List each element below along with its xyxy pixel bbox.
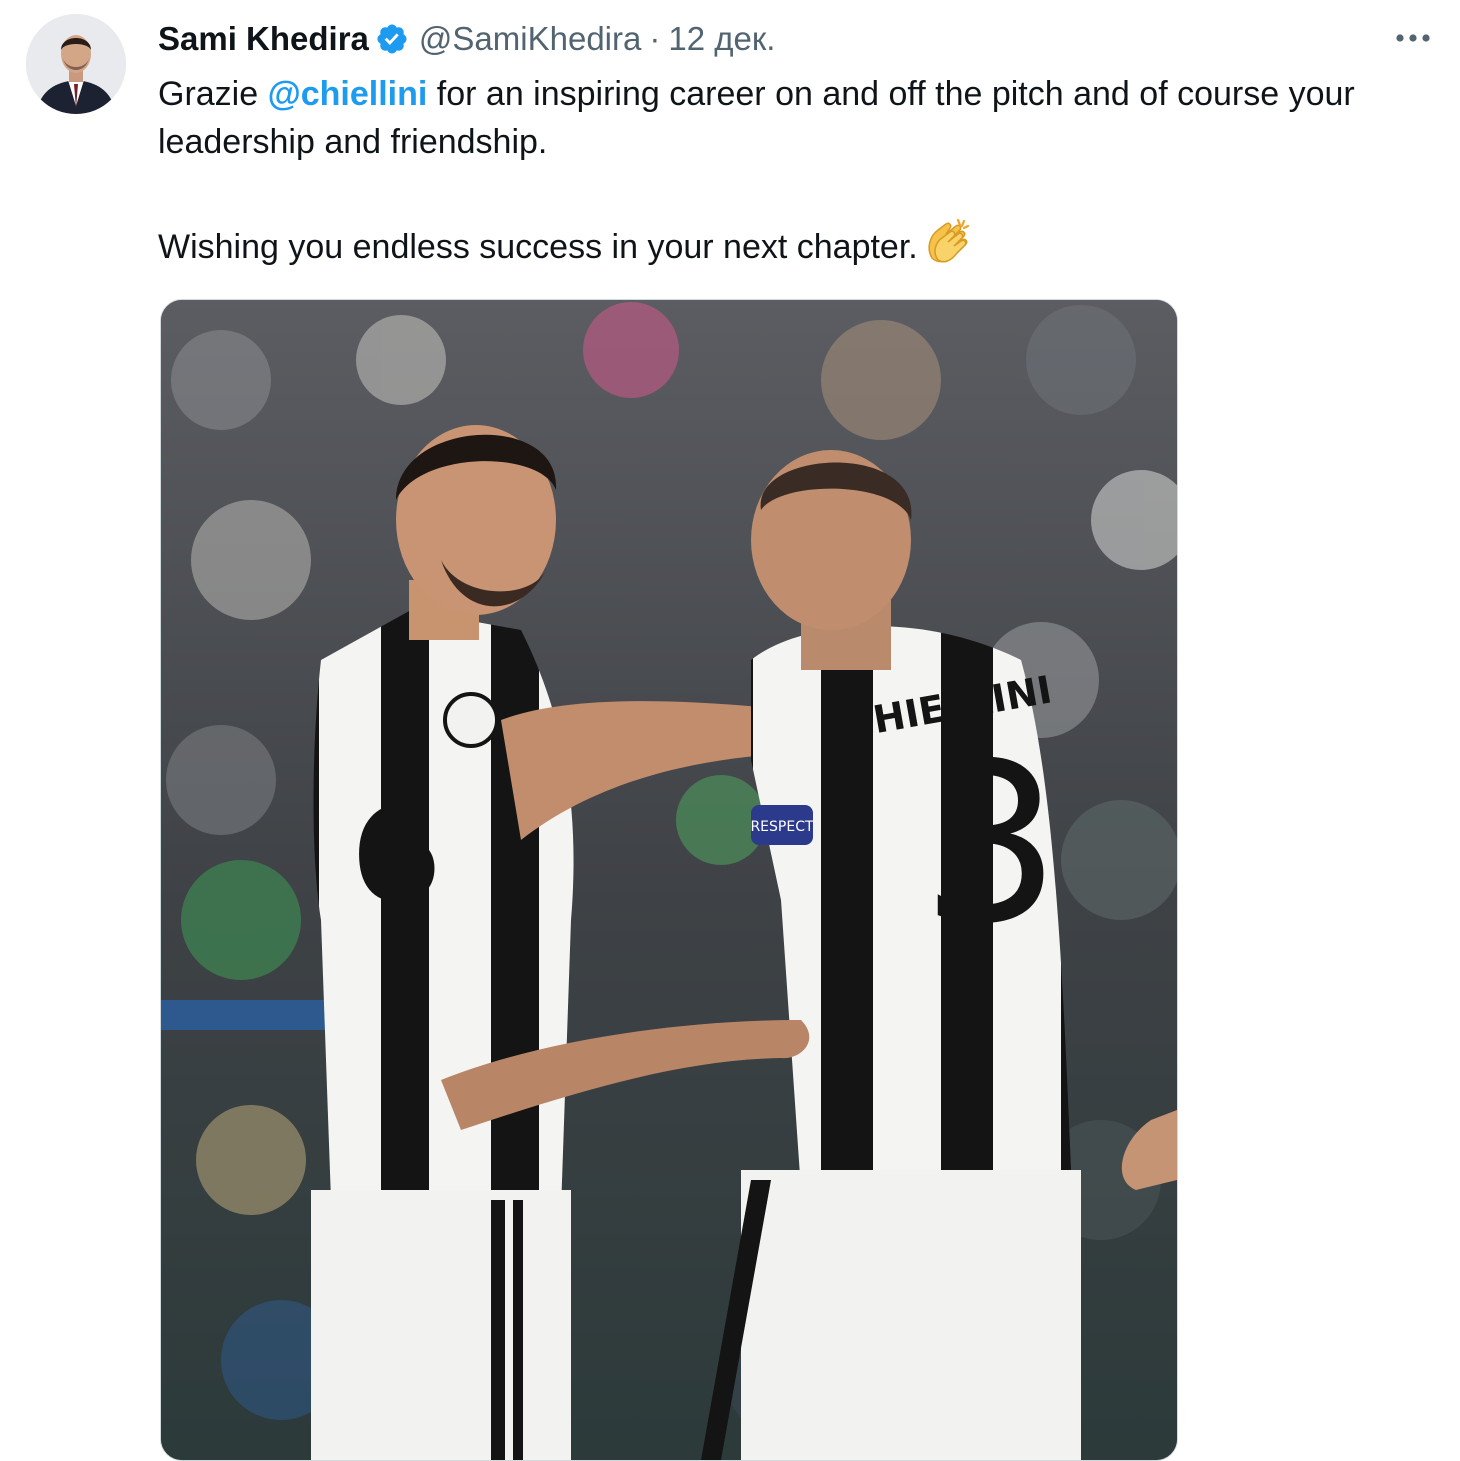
tweet-card: Sami Khedira @SamiKhedira · 12 дек. Graz… <box>0 0 1460 1461</box>
verified-badge-icon <box>375 22 409 56</box>
more-options-button[interactable] <box>1388 20 1438 56</box>
author-handle[interactable]: @SamiKhedira <box>419 20 641 58</box>
tweet-timestamp[interactable]: 12 дек. <box>668 20 775 58</box>
avatar-photo-icon <box>26 14 126 114</box>
tweet-text: Grazie @chiellini for an inspiring caree… <box>158 70 1438 279</box>
tweet-text-line-1: Grazie @chiellini for an inspiring caree… <box>158 70 1438 166</box>
tweet-photo[interactable]: 6 CHIELLINI 3 RESPECT <box>160 299 1178 1461</box>
tweet-text-line-2: Wishing you endless success in your next… <box>158 218 1438 279</box>
author-avatar[interactable] <box>26 14 126 114</box>
jersey-number-right: 3 <box>921 716 1061 972</box>
text-line-2: Wishing you endless success in your next… <box>158 228 918 266</box>
author-display-name[interactable]: Sami Khedira <box>158 20 369 58</box>
text-prefix: Grazie <box>158 75 268 113</box>
mention-link[interactable]: @chiellini <box>268 75 428 113</box>
more-horizontal-icon <box>1396 34 1430 42</box>
jersey-number-left: 6 <box>351 779 441 931</box>
photo-players-embrace: 6 CHIELLINI 3 RESPECT <box>161 300 1177 1460</box>
respect-badge: RESPECT <box>750 819 814 835</box>
tweet-header: Sami Khedira @SamiKhedira · 12 дек. <box>158 16 775 62</box>
clapping-hands-emoji-icon <box>924 218 976 279</box>
header-separator: · <box>649 20 661 57</box>
